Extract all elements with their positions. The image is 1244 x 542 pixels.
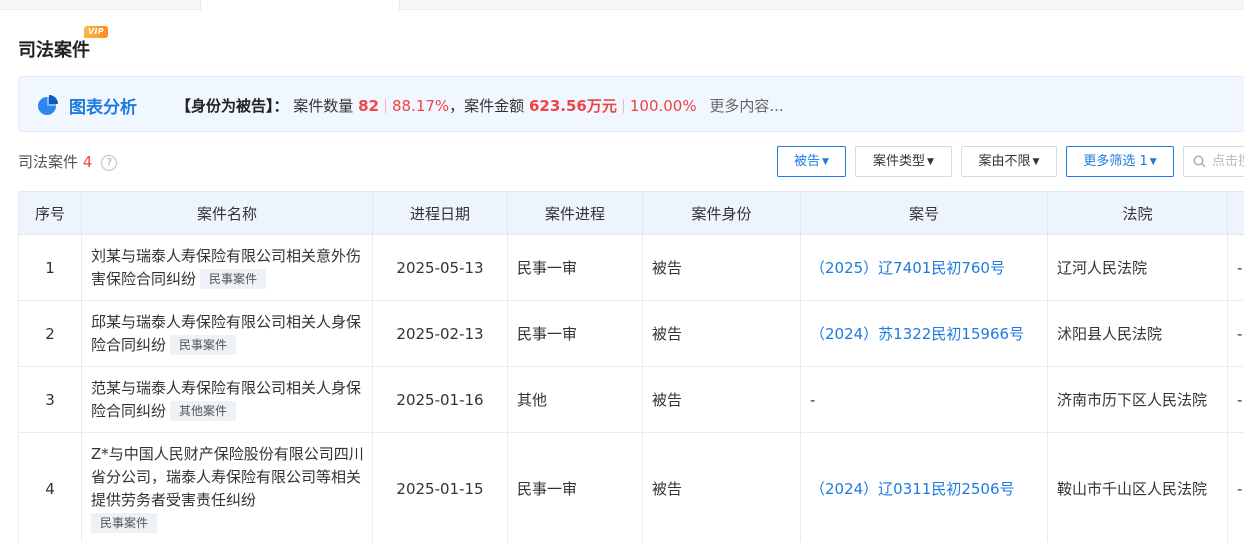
case-number-cell: （2025）辽7401民初760号	[800, 234, 1048, 301]
case-role: 被告	[642, 366, 801, 433]
case-stage: 其他	[507, 366, 643, 433]
court: 鞍山市千山区人民法院	[1047, 432, 1228, 542]
court: 辽河人民法院	[1047, 234, 1228, 301]
process-date: 2025-01-16	[372, 366, 508, 433]
extra-cell: -	[1227, 432, 1244, 542]
column-header-extra	[1227, 191, 1244, 235]
case-role: 被告	[642, 300, 801, 367]
court: 济南市历下区人民法院	[1047, 366, 1228, 433]
process-date: 2025-05-13	[372, 234, 508, 301]
case-number-cell: （2024）辽0311民初2506号	[800, 432, 1048, 542]
case-type-filter-dropdown[interactable]: 案件类型 ▼	[855, 146, 952, 177]
case-role: 被告	[642, 432, 801, 542]
column-header-court: 法院	[1047, 191, 1228, 235]
case-number-link[interactable]: （2024）辽0311民初2506号	[810, 480, 1015, 498]
case-count: 82	[358, 97, 379, 115]
more-content-link[interactable]: 更多内容...	[709, 97, 783, 115]
search-placeholder: 点击搜	[1212, 154, 1244, 169]
column-header-stage: 案件进程	[507, 191, 643, 235]
row-index: 4	[18, 432, 82, 542]
role-label: 【身份为被告】：	[176, 97, 289, 115]
process-date: 2025-01-15	[372, 432, 508, 542]
case-type-tag: 民事案件	[200, 268, 267, 289]
case-name-cell: 范某与瑞泰人寿保险有限公司相关人身保险合同纠纷 其他案件	[81, 366, 373, 433]
cause-filter-dropdown[interactable]: 案由不限 ▼	[961, 146, 1057, 177]
amount-label: ，案件金额	[449, 97, 525, 115]
table-row: 3 范某与瑞泰人寿保险有限公司相关人身保险合同纠纷 其他案件 2025-01-16…	[18, 366, 1244, 433]
pie-chart-icon	[38, 95, 58, 115]
chart-analysis-link[interactable]: 图表分析	[69, 93, 137, 118]
column-header-index: 序号	[18, 191, 82, 235]
column-header-role: 案件身份	[642, 191, 801, 235]
case-type-tag: 民事案件	[91, 512, 158, 533]
case-stage: 民事一审	[507, 432, 643, 542]
case-count-percent: 88.17%	[391, 97, 450, 115]
count-label: 案件数量	[293, 97, 354, 115]
help-icon[interactable]: ?	[101, 155, 118, 171]
extra-cell: -	[1227, 234, 1244, 301]
case-stage: 民事一审	[507, 300, 643, 367]
list-title-label: 司法案件	[18, 153, 79, 171]
table-header-row: 序号 案件名称 进程日期 案件进程 案件身份 案号 法院	[18, 191, 1244, 235]
role-filter-label: 被告	[794, 154, 821, 169]
case-number-cell: （2024）苏1322民初15966号	[800, 300, 1048, 367]
case-stage: 民事一审	[507, 234, 643, 301]
case-type-tag: 其他案件	[170, 400, 237, 421]
list-count: 4	[82, 153, 93, 171]
more-filters-dropdown[interactable]: 更多筛选 1 ▼	[1066, 146, 1174, 177]
case-role: 被告	[642, 234, 801, 301]
case-amount: 623.56万元	[528, 97, 617, 115]
case-number-cell: -	[800, 366, 1048, 433]
case-number-link[interactable]: （2024）苏1322民初15966号	[810, 325, 1024, 343]
search-icon	[1193, 155, 1206, 168]
extra-cell: -	[1227, 300, 1244, 367]
role-filter-dropdown[interactable]: 被告 ▼	[777, 146, 846, 177]
case-name-cell: Z*与中国人民财产保险股份有限公司四川省分公司，瑞泰人寿保险有限公司等相关提供劳…	[81, 432, 373, 542]
section-title: 司法案件	[18, 40, 90, 61]
caret-down-icon: ▼	[1149, 157, 1157, 167]
case-type-filter-label: 案件类型	[873, 154, 926, 169]
court: 沭阳县人民法院	[1047, 300, 1228, 367]
row-index: 1	[18, 234, 82, 301]
list-title: 司法案件 4 ?	[18, 151, 118, 172]
vip-badge: VIP	[84, 26, 108, 38]
case-number-link[interactable]: （2025）辽7401民初760号	[810, 259, 1005, 277]
extra-cell: -	[1227, 366, 1244, 433]
case-name-cell: 刘某与瑞泰人寿保险有限公司相关意外伤害保险合同纠纷 民事案件	[81, 234, 373, 301]
row-index: 3	[18, 366, 82, 433]
divider	[384, 99, 386, 113]
top-tab-strip	[0, 0, 1244, 10]
role-summary: 【身份为被告】： 案件数量 82 88.17%，案件金额 623.56万元 100.…	[176, 95, 784, 116]
more-filters-label: 更多筛选 1	[1083, 154, 1148, 169]
table-row: 1 刘某与瑞泰人寿保险有限公司相关意外伤害保险合同纠纷 民事案件 2025-05-…	[18, 234, 1244, 301]
case-type-tag: 民事案件	[170, 334, 237, 355]
case-name[interactable]: Z*与中国人民财产保险股份有限公司四川省分公司，瑞泰人寿保险有限公司等相关提供劳…	[91, 445, 364, 509]
search-input[interactable]: 点击搜	[1183, 146, 1244, 177]
active-top-tab[interactable]	[200, 0, 400, 10]
column-header-case-name: 案件名称	[81, 191, 373, 235]
table-row: 4 Z*与中国人民财产保险股份有限公司四川省分公司，瑞泰人寿保险有限公司等相关提…	[18, 432, 1244, 542]
caret-down-icon: ▼	[927, 157, 934, 167]
chart-analysis-bar: 图表分析 【身份为被告】： 案件数量 82 88.17%，案件金额 623.56万…	[18, 76, 1244, 132]
divider	[622, 99, 624, 113]
case-amount-percent: 100.00%	[629, 97, 697, 115]
cause-filter-label: 案由不限	[978, 154, 1031, 169]
caret-down-icon: ▼	[822, 157, 829, 167]
caret-down-icon: ▼	[1032, 157, 1040, 167]
process-date: 2025-02-13	[372, 300, 508, 367]
cases-table: 序号 案件名称 进程日期 案件进程 案件身份 案号 法院 1 刘某与瑞泰人寿保险…	[18, 191, 1244, 542]
table-row: 2 邱某与瑞泰人寿保险有限公司相关人身保险合同纠纷 民事案件 2025-02-13…	[18, 300, 1244, 367]
case-name-cell: 邱某与瑞泰人寿保险有限公司相关人身保险合同纠纷 民事案件	[81, 300, 373, 367]
column-header-date: 进程日期	[372, 191, 508, 235]
row-index: 2	[18, 300, 82, 367]
column-header-case-number: 案号	[800, 191, 1048, 235]
